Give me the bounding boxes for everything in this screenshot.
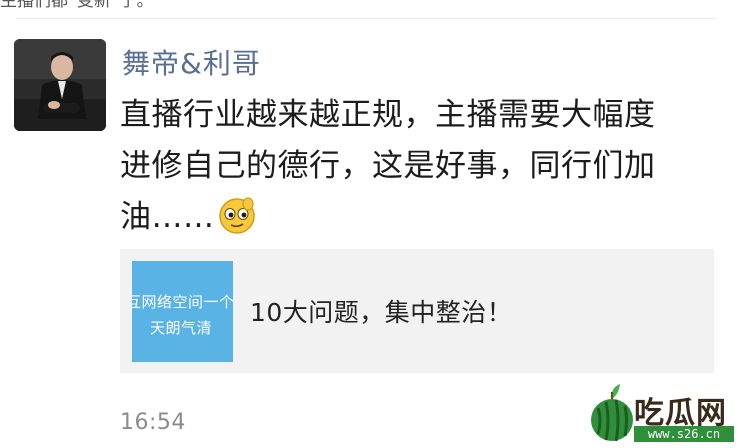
post-text-line: 进修自己的德行，这是好事，同行们加 xyxy=(120,148,656,184)
avatar-photo xyxy=(14,39,106,131)
link-title: 10大问题，集中整治！ xyxy=(250,298,513,327)
thumbnail-text: 天朗气清 xyxy=(150,319,213,337)
divider xyxy=(16,18,716,19)
thumbnail-text: 互网络空间一个 xyxy=(132,293,233,311)
link-thumbnail: 互网络空间一个 天朗气清 xyxy=(132,261,233,362)
post-text: 直播行业越来越正规，主播需要大幅度 进修自己的德行，这是好事，同行们加 油…… xyxy=(120,90,720,251)
post-text-line: 直播行业越来越正规，主播需要大幅度 xyxy=(120,97,656,133)
post-timestamp: 16:54 xyxy=(120,410,186,435)
post-text-line: 油…… xyxy=(120,192,720,251)
avatar[interactable] xyxy=(14,39,106,131)
link-card[interactable]: 互网络空间一个 天朗气清 10大问题，集中整治！ xyxy=(120,249,714,373)
watermelon-icon xyxy=(591,384,633,442)
watermark-logo: 吃瓜网 www.s26.cn xyxy=(586,378,736,444)
author-name[interactable]: 舞帝&利哥 xyxy=(122,42,261,82)
previous-post-text: 主播们都“变新”了。 xyxy=(0,0,739,8)
watermark-url: www.s26.cn xyxy=(634,426,734,442)
smirk-emoji-icon xyxy=(217,195,257,251)
post-text-line-content: 油…… xyxy=(120,199,215,235)
